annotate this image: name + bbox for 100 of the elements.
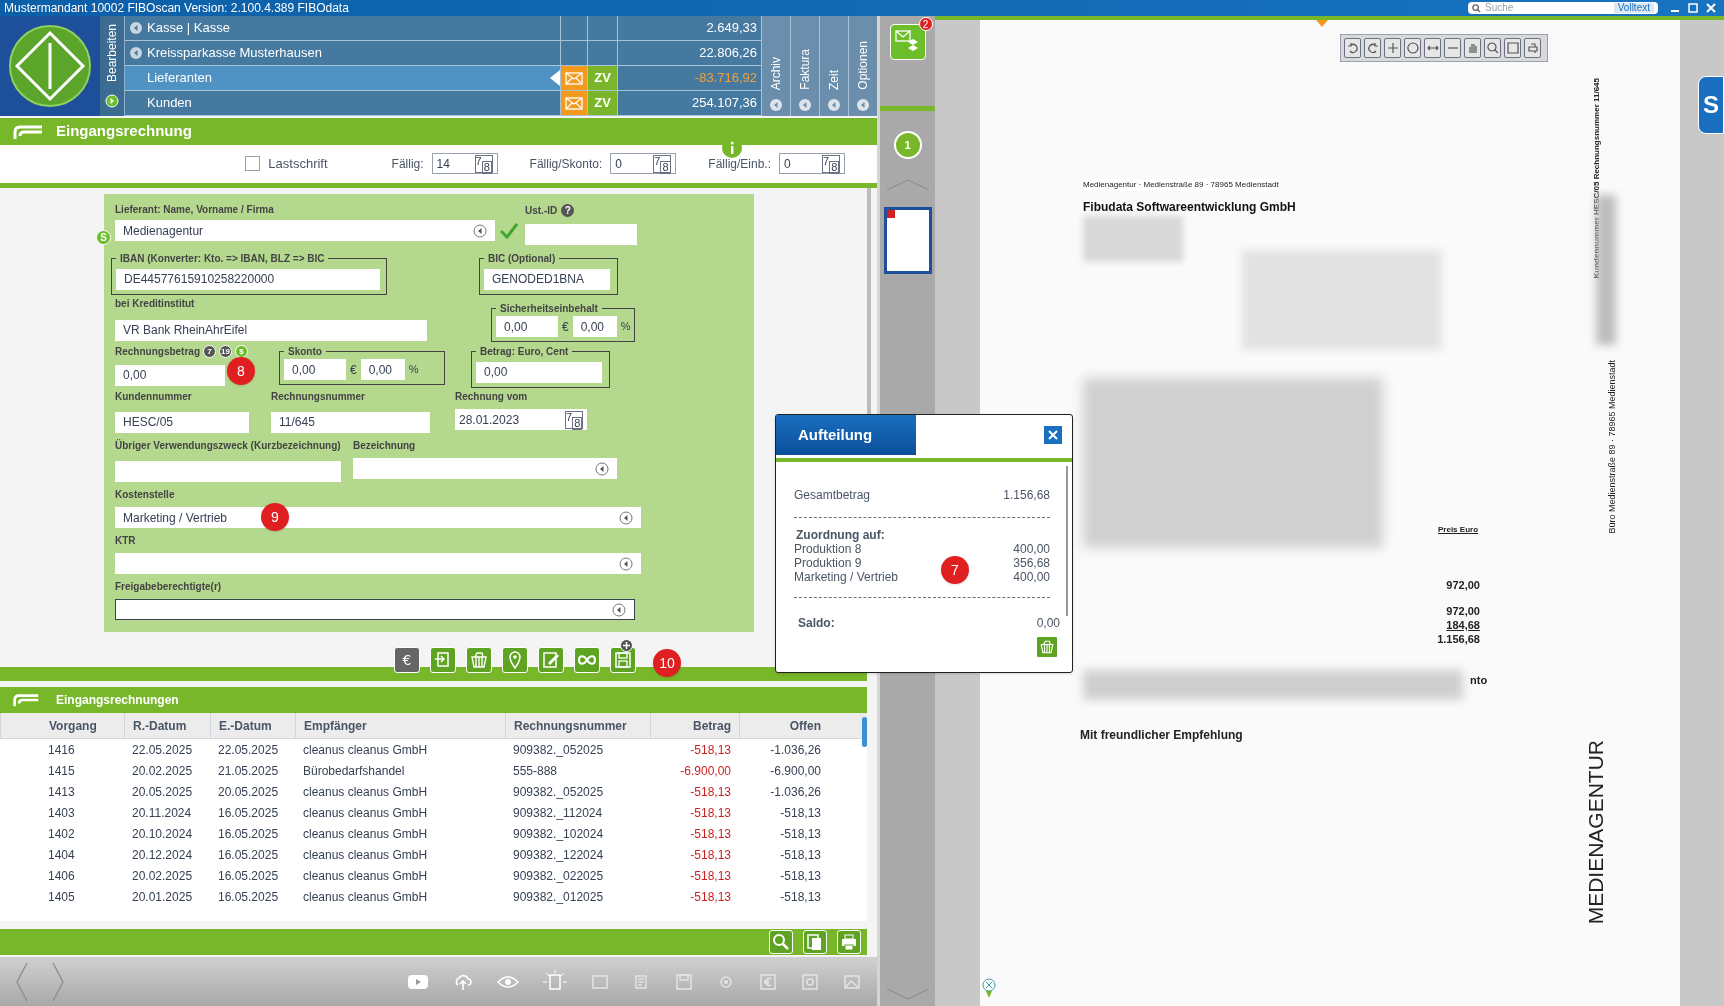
scrollbar-thumb[interactable] — [862, 717, 867, 747]
notification-badge: 2 — [918, 17, 933, 31]
side-tab[interactable]: S — [1698, 76, 1724, 134]
page-thumbnail[interactable] — [883, 207, 932, 274]
input-field[interactable]: 0,00 — [476, 361, 602, 383]
floppy-disk-button[interactable] — [610, 647, 636, 673]
dropdown-field[interactable] — [115, 599, 635, 620]
edit-button[interactable] — [538, 647, 564, 673]
date-field[interactable]: 28.01.2023 7 8 — [455, 409, 587, 430]
date-offset-field[interactable]: 0 7 8 — [610, 153, 677, 174]
print-button[interactable] — [1524, 38, 1541, 58]
side-tab[interactable]: Bearbeiten — [103, 24, 121, 83]
help-icon[interactable]: ? — [561, 204, 575, 217]
maximize-icon[interactable] — [1688, 3, 1698, 13]
column-header[interactable]: Betrag — [650, 713, 739, 738]
arrow-left-icon[interactable] — [827, 98, 841, 112]
input-field[interactable]: 0,00 — [496, 316, 558, 337]
dropdown-field[interactable]: Medienagentur — [115, 220, 495, 241]
input-field[interactable]: 11/645 — [271, 411, 430, 433]
circle-button[interactable] — [1404, 38, 1421, 58]
input-field[interactable]: GENODED1BNA — [484, 268, 610, 290]
currency-button[interactable]: € — [394, 647, 420, 673]
input-field[interactable] — [115, 460, 341, 482]
calendar-icon[interactable]: 7 8 — [653, 154, 672, 173]
search-field[interactable]: Suche Volltext — [1468, 2, 1658, 14]
location-pin-button[interactable] — [502, 647, 528, 673]
search-mode-dropdown[interactable]: Volltext — [1613, 3, 1654, 13]
column-header[interactable]: Offen — [739, 713, 829, 738]
calendar-icon[interactable]: 7 8 — [565, 410, 583, 429]
tax-rate-button[interactable]: 7 — [203, 345, 216, 358]
input-field[interactable]: VR Bank RheinAhrEifel — [115, 319, 427, 341]
account-row[interactable]: Kreissparkasse Musterhausen 22.806,26 — [125, 41, 761, 66]
search-button[interactable] — [1484, 38, 1501, 58]
account-balance: 22.806,26 — [699, 44, 757, 63]
close-marker-icon[interactable] — [982, 978, 996, 1000]
account-name[interactable]: Kunden — [125, 91, 560, 115]
arrow-left-icon[interactable] — [856, 98, 870, 112]
dropdown-field[interactable] — [115, 553, 641, 574]
close-icon[interactable] — [1706, 3, 1716, 13]
arrow-left-icon[interactable] — [129, 46, 143, 60]
hand-button[interactable] — [1464, 38, 1481, 58]
account-name[interactable]: Kreissparkasse Musterhausen — [125, 41, 560, 65]
date-offset-field[interactable]: 14 7 8 — [431, 153, 498, 174]
document-arrow-button[interactable] — [430, 647, 456, 673]
table-cell-text: -518,13 — [689, 783, 732, 801]
copy-button[interactable] — [803, 930, 827, 954]
basket-button[interactable] — [466, 647, 492, 673]
column-header[interactable]: Rechnungsnummer — [505, 713, 650, 738]
input-field[interactable]: 0,00 — [284, 359, 346, 380]
selection-button[interactable] — [1504, 38, 1521, 58]
vertical-tab[interactable]: Optionen — [848, 16, 877, 116]
basket-button[interactable] — [1036, 636, 1058, 658]
account-name[interactable]: Lieferanten — [125, 66, 560, 90]
account-row[interactable]: Kunden ZV 254.107,36 — [125, 91, 761, 116]
account-name[interactable]: Kasse | Kasse — [125, 16, 560, 40]
mail-button[interactable] — [560, 66, 587, 90]
redo-button[interactable] — [1364, 38, 1381, 58]
envelope-icon[interactable] — [565, 71, 583, 85]
input-field[interactable]: 0,00 — [115, 364, 225, 386]
arrow-left-icon[interactable] — [129, 21, 143, 35]
eye-icon[interactable] — [497, 974, 519, 989]
mail-button[interactable] — [560, 91, 587, 115]
account-balance: -83.716,92 — [694, 69, 757, 88]
arrow-left-icon[interactable] — [769, 98, 783, 112]
date-offset-field[interactable]: 0 7 8 — [779, 153, 845, 174]
infinity-button[interactable] — [574, 647, 600, 673]
input-field[interactable]: 0,00 — [572, 316, 617, 337]
field-label: Skonto — [287, 345, 323, 359]
account-row[interactable]: Kasse | Kasse 2.649,33 — [125, 16, 761, 41]
column-header[interactable]: Vorgang — [0, 713, 124, 738]
app-logo[interactable] — [0, 16, 100, 116]
iban-field[interactable]: DE44577615910258220000 — [116, 268, 380, 290]
video-play-icon[interactable] — [407, 973, 429, 990]
vertical-tab[interactable]: Archiv — [761, 16, 790, 116]
vertical-tab[interactable]: Faktura — [790, 16, 819, 116]
close-button[interactable] — [1044, 426, 1062, 444]
euro-icon[interactable] — [759, 972, 777, 991]
fit-width-button[interactable] — [1424, 38, 1441, 58]
zoom-out-button[interactable] — [1444, 38, 1461, 58]
tax-rate-button[interactable]: 19 — [219, 345, 232, 358]
column-header[interactable]: Empfänger — [295, 713, 505, 738]
input-field[interactable]: 0,00 — [360, 359, 405, 380]
column-header[interactable]: E.-Datum — [210, 713, 295, 738]
dropdown-field[interactable] — [353, 458, 617, 479]
table-cell-text: 909382._022025 — [512, 867, 605, 885]
envelope-icon[interactable] — [565, 96, 583, 110]
arrow-left-icon[interactable] — [798, 98, 812, 112]
input-field[interactable] — [525, 223, 637, 245]
vertical-tab[interactable]: Zeit — [819, 16, 848, 116]
account-row[interactable]: Lieferanten ZV -83.716,92 — [125, 66, 761, 91]
image-icon[interactable] — [843, 972, 861, 991]
calendar-icon[interactable]: 7 8 — [474, 154, 493, 173]
calendar-icon[interactable]: 7 8 — [822, 154, 840, 173]
arrow-right-icon[interactable] — [105, 94, 119, 108]
column-header[interactable]: R.-Datum — [124, 713, 210, 738]
undo-button[interactable] — [1344, 38, 1361, 58]
zoom-in-button[interactable] — [1384, 38, 1401, 58]
input-field[interactable]: HESC/05 — [115, 411, 249, 433]
plus-badge-icon[interactable] — [620, 639, 633, 652]
lastschrift-checkbox[interactable]: Lastschrift — [245, 153, 328, 174]
